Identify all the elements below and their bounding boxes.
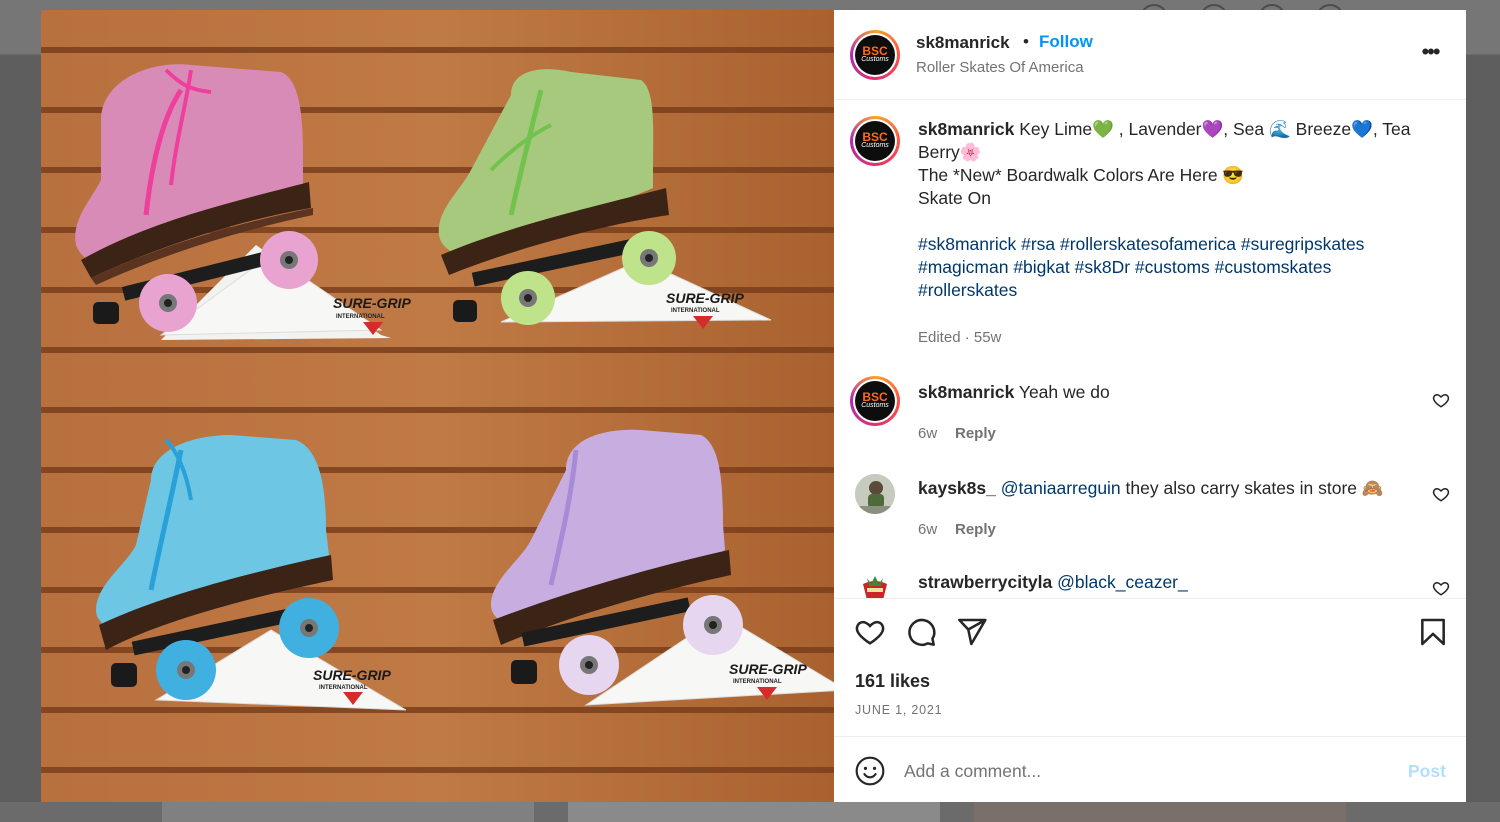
suregrip-logo-sub: INTERNATIONAL bbox=[671, 308, 720, 314]
like-count[interactable]: 161 likes bbox=[855, 671, 930, 692]
commenter-avatar[interactable] bbox=[855, 474, 895, 514]
commenter-username[interactable]: strawberrycityla bbox=[918, 572, 1052, 592]
paper-plane-icon[interactable] bbox=[956, 616, 988, 648]
suregrip-logo: SURE-GRIP bbox=[313, 667, 391, 683]
post-actions: 161 likes JUNE 1, 2021 bbox=[834, 598, 1466, 737]
post-comment-button[interactable]: Post bbox=[1408, 761, 1446, 782]
comment-item: BSC Customs sk8manrick Yeah we do 6w Rep… bbox=[834, 362, 1466, 452]
caption-meta: Edited · 55w bbox=[918, 329, 1002, 346]
commenter-username[interactable]: kaysk8s_ bbox=[918, 478, 996, 498]
comment-item: kaysk8s_ @taniaarreguin they also carry … bbox=[834, 456, 1466, 546]
comment-item: strawberrycityla @black_ceazer_ bbox=[834, 550, 1466, 598]
suregrip-logo-sub: INTERNATIONAL bbox=[733, 679, 782, 685]
bookmark-icon[interactable] bbox=[1417, 616, 1449, 648]
post-detail-panel: BSC Customs sk8manrick • Follow Roller S… bbox=[834, 10, 1466, 802]
commenter-avatar[interactable]: BSC Customs bbox=[850, 376, 900, 426]
suregrip-logo: SURE-GRIP bbox=[333, 295, 411, 311]
more-options-icon[interactable]: ••• bbox=[1417, 41, 1443, 67]
background-grid-tile bbox=[974, 802, 1346, 822]
comments-list[interactable]: BSC Customs sk8manrick Key Lime💚 , Laven… bbox=[834, 100, 1466, 598]
follow-button[interactable]: Follow bbox=[1039, 32, 1093, 52]
post-location[interactable]: Roller Skates Of America bbox=[916, 59, 1084, 76]
comment-like-icon[interactable] bbox=[1432, 485, 1450, 503]
comment-time[interactable]: 6w bbox=[918, 425, 937, 442]
background-grid-tile bbox=[568, 802, 940, 822]
author-username[interactable]: sk8manrick bbox=[916, 33, 1010, 53]
suregrip-logo-sub: INTERNATIONAL bbox=[319, 685, 368, 691]
caption-hashtags[interactable]: #sk8manrick #rsa #rollerskatesofamerica … bbox=[918, 233, 1418, 302]
commenter-username[interactable]: sk8manrick bbox=[918, 382, 1014, 402]
comment-mention[interactable]: @taniaarreguin bbox=[1001, 478, 1121, 498]
caption-username[interactable]: sk8manrick bbox=[918, 119, 1014, 139]
caption-line: The *New* Boardwalk Colors Are Here 😎 bbox=[918, 165, 1245, 185]
suregrip-logo-sub: INTERNATIONAL bbox=[336, 314, 385, 320]
comment-like-icon[interactable] bbox=[1432, 579, 1450, 597]
separator-dot: • bbox=[1023, 32, 1029, 51]
post-caption: sk8manrick Key Lime💚 , Lavender💜, Sea 🌊 … bbox=[918, 118, 1418, 302]
comment-text: Yeah we do bbox=[1018, 382, 1110, 402]
post-header: BSC Customs sk8manrick • Follow Roller S… bbox=[834, 10, 1466, 100]
post-photo[interactable]: SURE-GRIP INTERNATIONAL SURE-GRIP INTERN… bbox=[41, 10, 834, 802]
comment-input[interactable] bbox=[904, 757, 1344, 785]
comment-bubble-icon[interactable] bbox=[905, 616, 937, 648]
background-grid-tile bbox=[162, 802, 534, 822]
reply-button[interactable]: Reply bbox=[955, 521, 996, 538]
author-avatar[interactable]: BSC Customs bbox=[850, 30, 900, 80]
heart-icon[interactable] bbox=[854, 616, 886, 648]
comment-mention[interactable]: @black_ceazer_ bbox=[1057, 572, 1188, 592]
reply-button[interactable]: Reply bbox=[955, 425, 996, 442]
suregrip-logo: SURE-GRIP bbox=[729, 661, 807, 677]
add-comment-bar: Post bbox=[834, 736, 1466, 803]
suregrip-logo: SURE-GRIP bbox=[666, 290, 744, 306]
smiley-icon[interactable] bbox=[854, 755, 886, 787]
comment-time[interactable]: 6w bbox=[918, 521, 937, 538]
comment-like-icon[interactable] bbox=[1432, 391, 1450, 409]
caption-avatar[interactable]: BSC Customs bbox=[850, 116, 900, 166]
post-date[interactable]: JUNE 1, 2021 bbox=[855, 703, 942, 717]
commenter-avatar[interactable] bbox=[855, 568, 895, 598]
caption-line: Skate On bbox=[918, 188, 991, 208]
comment-text: they also carry skates in store 🙈 bbox=[1120, 478, 1384, 498]
